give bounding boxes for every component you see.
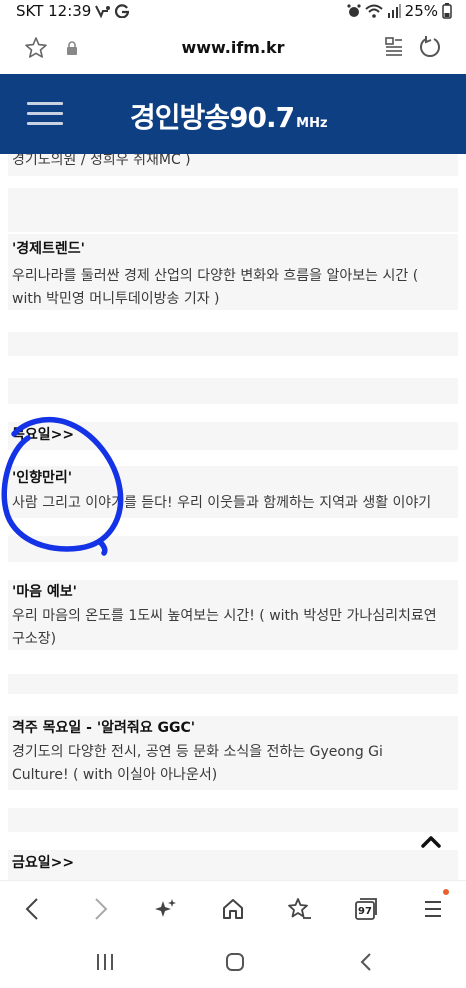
program-schedule: 경기도의원 / 정희우 취재MC ) '경제트렌드' 우리나라를 둘러싼 경제 …	[0, 154, 466, 880]
program-description: 구소장)	[12, 631, 57, 647]
list-item	[8, 188, 458, 232]
logo-text: 경인방송	[130, 101, 230, 134]
day-heading-friday: 금요일>>	[12, 855, 75, 871]
program-description: 우리 마음의 온도를 1도씨 높여보는 시간! ( with 박성만 가나심리치…	[12, 608, 437, 624]
signal-icon	[387, 4, 401, 18]
forward-icon[interactable]	[89, 897, 111, 921]
logo-unit: MHz	[296, 116, 328, 131]
battery-icon	[442, 3, 452, 19]
site-logo[interactable]: 경인방송90.7 MHz	[130, 96, 328, 136]
scroll-top-icon[interactable]	[420, 832, 442, 850]
logo-frequency: 90.7	[229, 101, 295, 134]
google-g-icon	[115, 4, 130, 18]
text-line: 경기도의원 / 정희우 취재MC )	[12, 154, 191, 168]
program-title: '경제트렌드'	[12, 241, 85, 257]
notification-dot	[443, 889, 449, 895]
list-item	[8, 808, 458, 832]
sparkle-icon[interactable]	[154, 897, 178, 921]
list-item	[8, 422, 458, 450]
back-nav-icon[interactable]	[356, 952, 378, 972]
carrier-time: SKT 12:39	[16, 2, 92, 20]
menu-icon[interactable]	[27, 102, 63, 126]
program-title: '마음 예보'	[12, 584, 77, 600]
alarm-icon	[347, 4, 361, 17]
browser-toolbar: 97	[0, 880, 466, 936]
program-description: 사람 그리고 이야기를 듣다! 우리 이웃들과 함께하는 지역과 생활 이야기	[12, 495, 432, 511]
list-item	[8, 674, 458, 694]
program-description: Culture! ( with 이실아 아나운서)	[12, 767, 218, 783]
browser-url-bar: www.ifm.kr	[0, 22, 466, 74]
program-description: 우리나라를 둘러싼 경제 산업의 다양한 변화와 흐름을 알아보는 시간 (	[12, 268, 419, 284]
battery-percent: 25%	[404, 2, 438, 20]
reload-icon[interactable]	[418, 35, 442, 59]
home-nav-icon[interactable]	[224, 952, 246, 972]
day-heading-thursday: 목요일>>	[12, 427, 75, 443]
tab-count: 97	[358, 906, 372, 917]
reader-mode-icon[interactable]	[383, 36, 405, 58]
list-item	[8, 536, 458, 562]
menu-more-icon[interactable]	[422, 897, 444, 921]
program-title: '인향만리'	[12, 470, 73, 486]
system-navigation-bar	[0, 936, 466, 988]
program-title: 격주 목요일 - '알려줘요 GGC'	[12, 720, 196, 736]
list-item	[8, 332, 458, 356]
list-item	[8, 378, 458, 404]
list-item	[8, 850, 458, 880]
call-forward-icon	[95, 5, 111, 18]
status-bar: SKT 12:39 25%	[0, 0, 466, 22]
back-icon[interactable]	[22, 897, 44, 921]
program-description: with 박민영 머니투데이방송 기자 )	[12, 291, 220, 307]
home-icon[interactable]	[221, 897, 245, 921]
wifi-icon	[364, 4, 383, 18]
program-description: 경기도의 다양한 전시, 공연 등 문화 소식을 전하는 Gyeong Gi	[12, 744, 383, 760]
site-header: 경인방송90.7 MHz	[0, 74, 466, 154]
bookmarks-icon[interactable]	[286, 897, 312, 921]
recent-apps-icon[interactable]	[94, 952, 116, 972]
tabs-button[interactable]: 97	[354, 897, 378, 921]
